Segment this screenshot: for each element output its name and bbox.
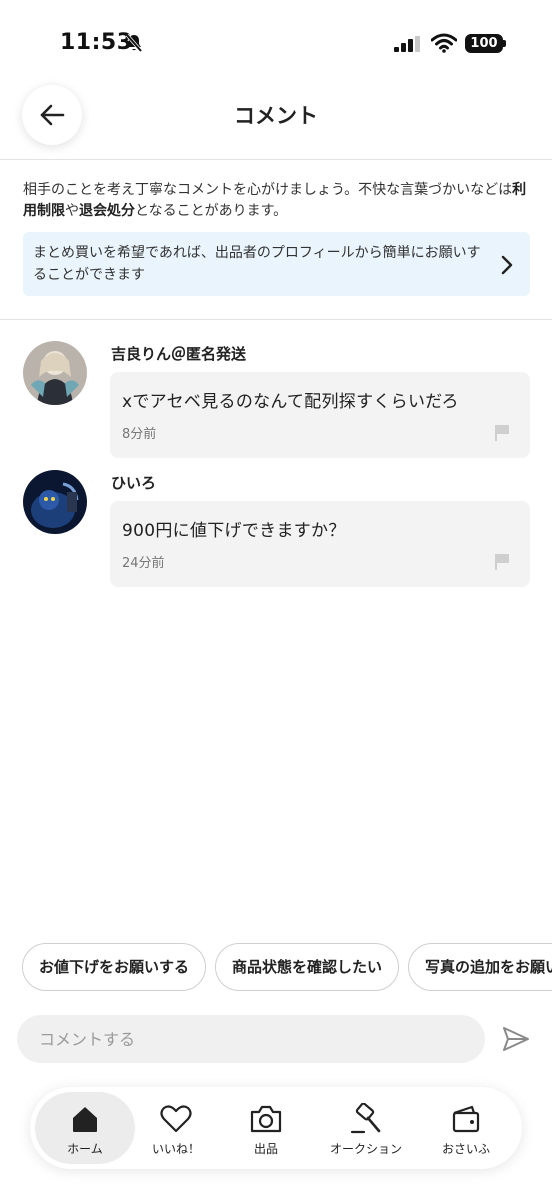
tab-label: オークション bbox=[329, 1142, 402, 1156]
tab-wallet[interactable]: おさいふ bbox=[416, 1092, 516, 1164]
bell-muted-icon bbox=[124, 33, 144, 53]
tab-label: いいね！ bbox=[151, 1142, 200, 1156]
home-icon bbox=[35, 1102, 135, 1136]
battery-tip bbox=[503, 40, 506, 47]
quick-reply-chips: お値下げをお願いする商品状態を確認したい写真の追加をお願いしたい bbox=[22, 943, 552, 993]
send-icon bbox=[503, 1027, 529, 1051]
comment-guideline-notice: 相手のことを考え丁寧なコメントを心がけましょう。不快な言葉づかいなどは利用制限や… bbox=[23, 180, 533, 222]
notice-text-3: となることがあります。 bbox=[135, 203, 288, 219]
comment-text: 900円に値下げできますか？ bbox=[122, 521, 346, 541]
comment-input[interactable] bbox=[17, 1015, 485, 1063]
tab-likes[interactable]: いいね！ bbox=[126, 1092, 226, 1164]
flag-icon[interactable] bbox=[494, 424, 510, 442]
tab-sell[interactable]: 出品 bbox=[216, 1092, 316, 1164]
comment-time: 24分前 bbox=[122, 556, 165, 571]
send-button[interactable] bbox=[500, 1023, 532, 1055]
chip-check-condition[interactable]: 商品状態を確認したい bbox=[215, 943, 400, 991]
comment-author: ひいろ bbox=[111, 474, 157, 492]
comment-time: 8分前 bbox=[122, 427, 157, 442]
signal-icon bbox=[394, 36, 422, 56]
battery-indicator: 100 bbox=[465, 34, 503, 53]
tab-home[interactable]: ホーム bbox=[35, 1092, 135, 1164]
flag-icon[interactable] bbox=[494, 553, 510, 571]
comment-author: 吉良りん＠匿名発送 bbox=[111, 345, 247, 363]
bulk-purchase-banner-text: まとめ買いを希望であれば、出品者のプロフィールから簡単にお願いすることができます bbox=[33, 245, 481, 283]
chevron-right-icon bbox=[501, 255, 513, 275]
gavel-icon bbox=[316, 1102, 416, 1136]
tab-label: おさいふ bbox=[441, 1142, 490, 1156]
bottom-tab-bar: ホーム いいね！ 出品 オークション おさいふ bbox=[30, 1087, 522, 1169]
bulk-purchase-banner[interactable]: まとめ買いを希望であれば、出品者のプロフィールから簡単にお願いすることができます bbox=[23, 232, 530, 296]
divider bbox=[0, 319, 552, 320]
chip-request-discount[interactable]: お値下げをお願いする bbox=[22, 943, 207, 991]
chip-request-photos[interactable]: 写真の追加をお願いしたい bbox=[408, 943, 552, 991]
header: コメント bbox=[0, 85, 552, 160]
avatar[interactable] bbox=[23, 341, 87, 405]
wallet-icon bbox=[416, 1102, 516, 1136]
comment-bubble: xでアセベ見るのなんて配列探すくらいだろ 8分前 bbox=[110, 372, 530, 458]
camera-icon bbox=[216, 1102, 316, 1136]
notice-bold-withdrawal: 退会処分 bbox=[79, 203, 135, 219]
tab-label: 出品 bbox=[253, 1142, 278, 1156]
status-bar: 11:53 100 bbox=[0, 0, 552, 90]
tab-auction[interactable]: オークション bbox=[316, 1092, 416, 1164]
tab-label: ホーム bbox=[67, 1142, 103, 1156]
wifi-icon bbox=[430, 33, 458, 57]
comment-bubble: 900円に値下げできますか？ 24分前 bbox=[110, 501, 530, 587]
avatar[interactable] bbox=[23, 470, 87, 534]
status-time: 11:53 bbox=[60, 30, 133, 55]
comment-text: xでアセベ見るのなんて配列探すくらいだろ bbox=[122, 392, 459, 412]
notice-text-2: や bbox=[65, 203, 79, 219]
heart-icon bbox=[126, 1102, 226, 1136]
page-title: コメント bbox=[234, 104, 318, 128]
notice-text-1: 相手のことを考え丁寧なコメントを心がけましょう。不快な言葉づかいなどは bbox=[23, 182, 513, 198]
